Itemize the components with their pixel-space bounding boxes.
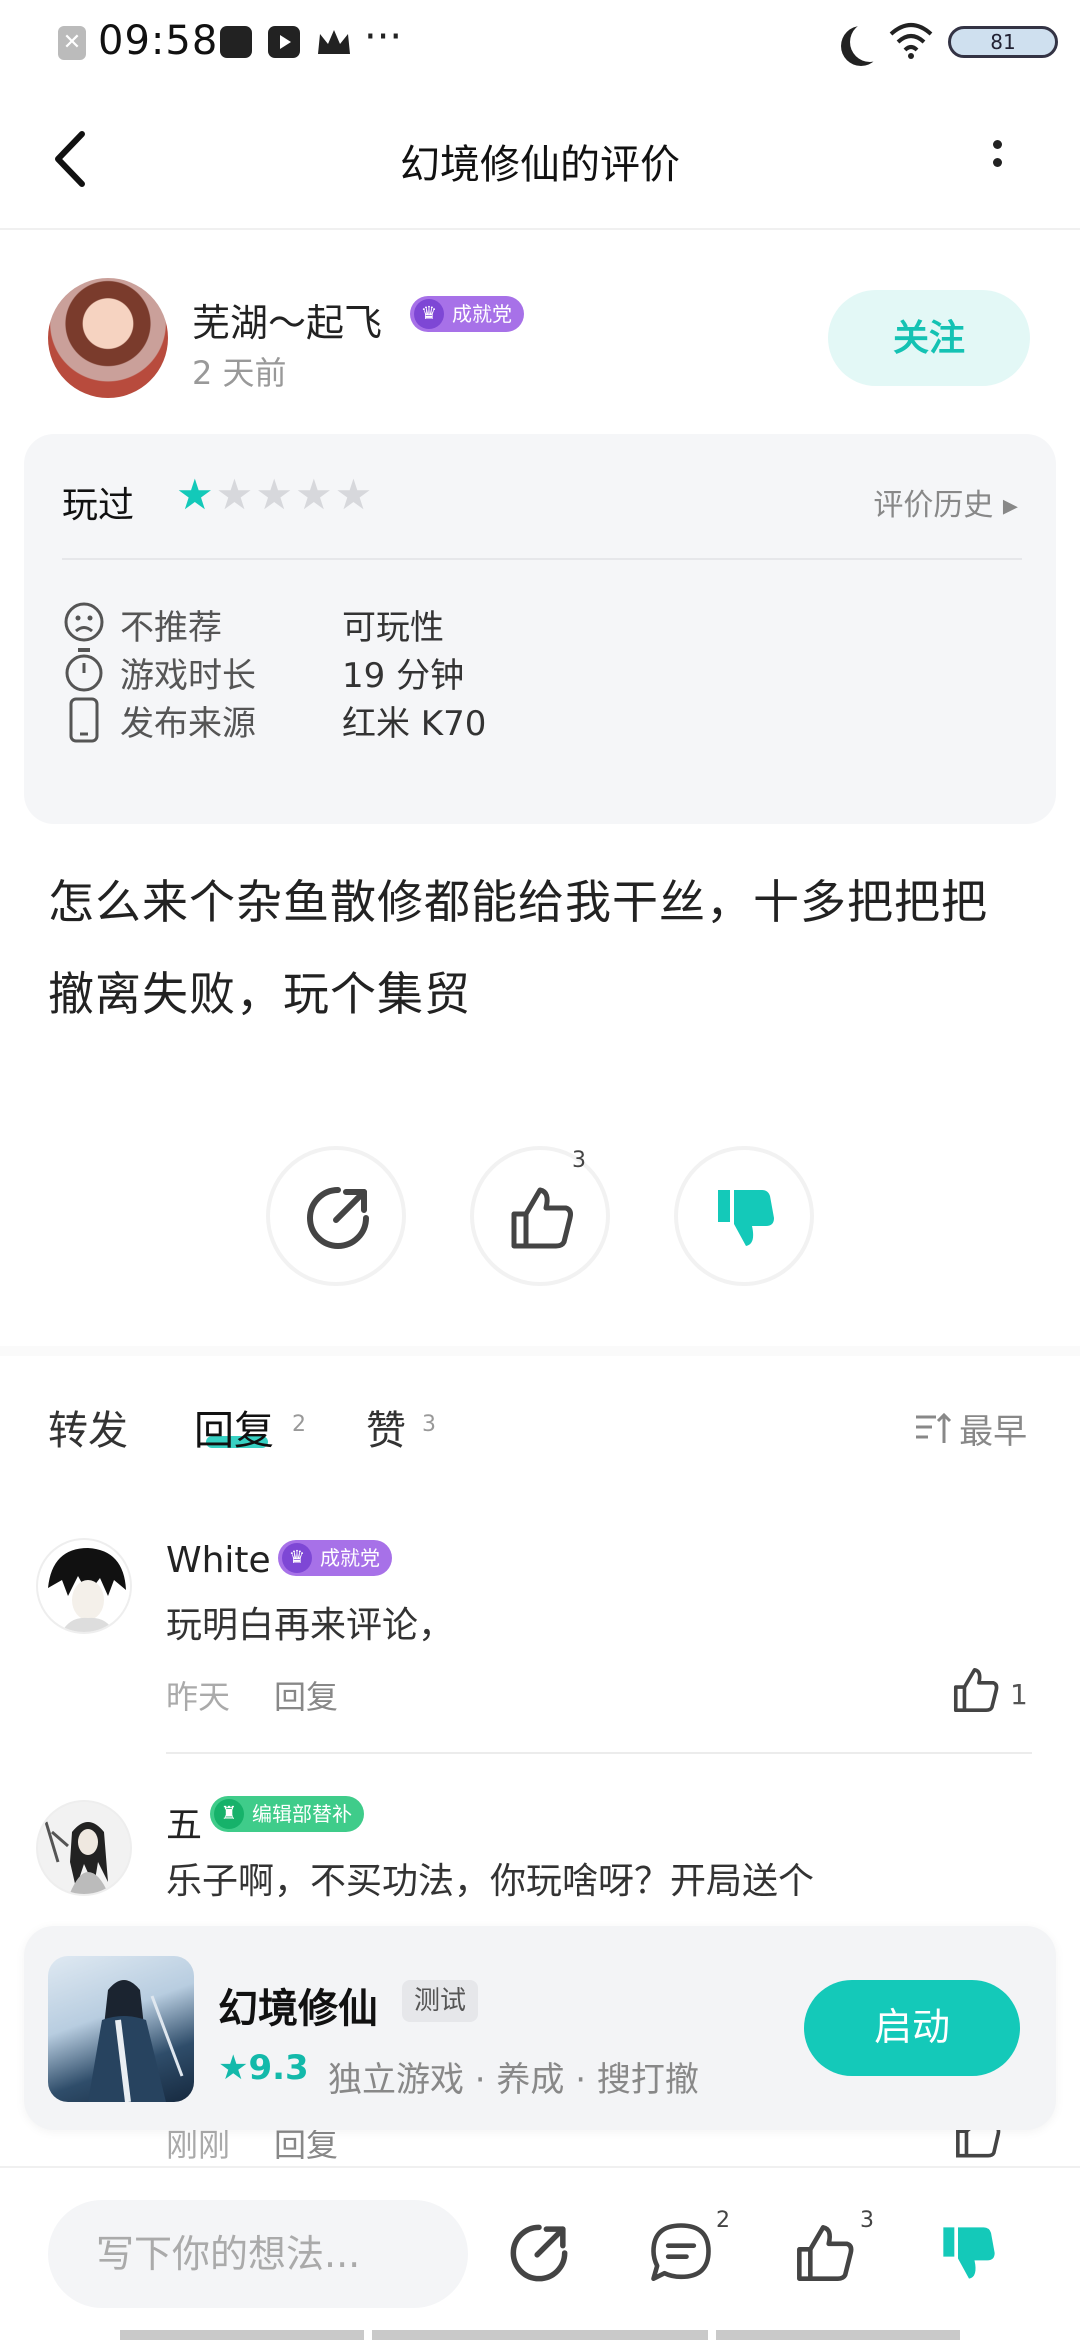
tab-reply-count: 2 [292,1412,306,1437]
star-icon-empty: ★ [334,470,375,519]
commenter-badge-label: 成就党 [320,1546,380,1570]
dislike-button[interactable] [674,1146,814,1286]
tab-reply[interactable]: 回复 [194,1398,274,1456]
mail-icon [220,26,252,58]
star-icon-empty: ★ [294,470,335,519]
recommend-label: 不推荐 [120,608,222,648]
more-options-icon[interactable] [980,134,1016,194]
game-cover-image[interactable] [48,1956,194,2102]
crown-icon [318,30,350,54]
author-badge: ♛ 成就党 [410,296,524,332]
status-time: 09:58 [98,18,219,64]
playtime-value: 19 分钟 [342,656,465,696]
game-score: ★9.3 [218,2048,309,2088]
launch-button[interactable]: 启动 [804,1980,1020,2076]
like-count: 3 [860,2208,874,2233]
sort-label: 最早 [959,1412,1028,1452]
sort-control[interactable]: 最早 [914,1404,1027,1453]
phone-icon [69,697,99,743]
game-test-tag: 测试 [402,1980,479,2022]
source-label: 发布来源 [120,704,256,744]
wifi-icon [889,23,933,59]
thumbs-up-icon[interactable] [792,2220,858,2286]
like-button[interactable] [470,1146,610,1286]
sort-icon [916,1412,952,1443]
comment-count: 2 [716,2208,730,2233]
review-info-card: 玩过 ★★★★★ 评价历史 ▸ 不推荐 可玩性 游戏时长 19 分钟 发布来源 … [24,434,1056,824]
source-value: 红米 K70 [342,704,487,744]
nav-bar: 幻境修仙的评价 [0,86,1080,230]
trophy-icon: ♛ [282,1543,312,1573]
game-card[interactable]: 幻境修仙 测试 ★9.3 独立游戏 · 养成 · 搜打撤 启动 [24,1926,1056,2130]
commenter-avatar[interactable] [36,1800,132,1896]
game-tags: 独立游戏 · 养成 · 搜打撤 [328,2060,699,2100]
comment-text: 乐子啊，不买功法，你玩啥呀？开局送个 [166,1861,815,1902]
recommend-value: 可玩性 [342,608,444,648]
comment-input[interactable] [48,2200,468,2308]
author-badge-label: 成就党 [452,302,512,326]
comment-reply-button[interactable]: 回复 [274,1672,338,1718]
editor-icon: ♜ [214,1799,244,1829]
played-label: 玩过 [62,485,135,526]
commenter-name[interactable]: 五 [166,1796,202,1848]
share-icon[interactable] [506,2220,572,2286]
tab-forward[interactable]: 转发 [48,1398,128,1456]
home-indicator [372,2330,708,2340]
comment-time: 昨天 [166,1678,231,1716]
moon-icon [850,22,890,62]
author-avatar[interactable] [48,278,168,398]
home-indicator [716,2330,960,2340]
comment-divider [166,1752,1032,1754]
page-title: 幻境修仙的评价 [400,142,680,188]
section-divider [0,1346,1080,1356]
battery-icon: 81 [948,26,1058,58]
video-icon [268,26,300,58]
game-title[interactable]: 幻境修仙 [218,1976,378,2034]
star-icon-empty: ★ [215,470,256,519]
commenter-badge-label: 编辑部替补 [252,1802,352,1826]
star-icon-filled: ★ [176,470,216,519]
thumbs-down-icon [718,1190,774,1246]
rating-history-link[interactable]: 评价历史 ▸ [873,480,1018,524]
status-bar: ✕ 09:58 ··· 81 [0,0,1080,86]
tab-like[interactable]: 赞 [366,1398,406,1456]
commenter-badge: ♛ 成就党 [278,1540,392,1576]
comment-text: 玩明白再来评论， [166,1605,455,1646]
post-time: 2 天前 [192,354,287,392]
timer-icon [65,648,103,692]
bottom-action-bar: 2 3 [0,2166,1080,2340]
divider [62,558,1022,560]
share-icon [307,1187,369,1249]
thumbs-up-icon [511,1187,573,1249]
trophy-icon: ♛ [414,299,444,329]
follow-button[interactable]: 关注 [828,290,1030,386]
home-indicator [120,2330,364,2340]
commenter-badge: ♜ 编辑部替补 [210,1796,364,1832]
review-text: 怎么来个杂鱼散修都能给我干丝，十多把把把撤离失败，玩个集贸 [48,875,988,1021]
playtime-label: 游戏时长 [120,656,256,696]
notification-close-icon: ✕ [58,26,86,60]
thumbs-down-icon[interactable] [936,2220,1002,2286]
comment-icon[interactable] [648,2220,714,2286]
more-notifications-icon: ··· [364,14,403,60]
comment-like-icon[interactable] [950,1664,1002,1716]
like-count: 3 [572,1148,586,1173]
commenter-name[interactable]: White [166,1540,271,1581]
commenter-avatar[interactable] [36,1538,132,1634]
share-button[interactable] [266,1146,406,1286]
comment-like-count: 1 [1010,1678,1028,1711]
author-name[interactable]: 芜湖～起飞 [192,292,382,347]
rating-stars: ★★★★★ [176,470,374,519]
tab-like-count: 3 [422,1412,436,1437]
frown-icon [64,602,104,642]
star-icon-empty: ★ [255,470,295,519]
